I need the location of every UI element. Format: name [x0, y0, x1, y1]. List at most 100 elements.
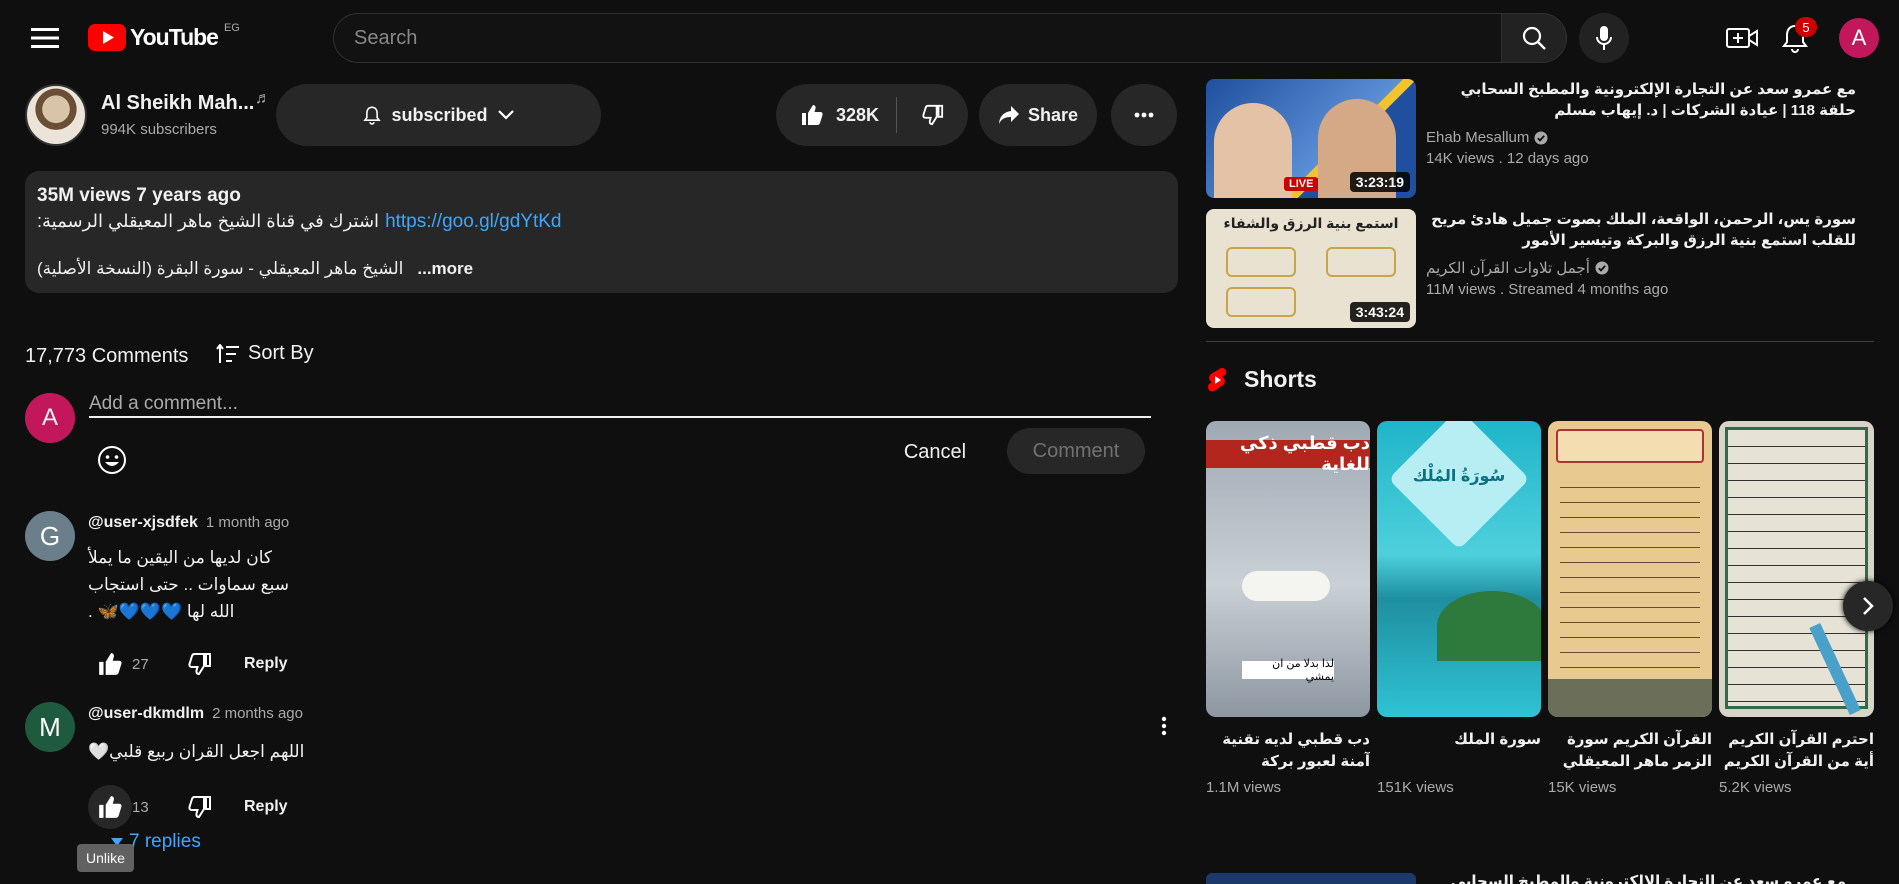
short-thumbnail[interactable]: سُورَةُ المُلْك	[1377, 421, 1541, 717]
comment-like-count: 27	[132, 655, 149, 673]
chevron-down-icon	[497, 110, 514, 120]
subscriber-count: 994K subscribers	[101, 121, 217, 138]
related-video-thumbnail[interactable]	[1206, 873, 1416, 884]
account-avatar[interactable]: A	[1839, 18, 1879, 58]
description-line-2: الشيخ ماهر المعيقلي - سورة البقرة (النسخ…	[37, 259, 1166, 279]
live-badge: LIVE	[1284, 177, 1319, 191]
channel-avatar[interactable]	[25, 84, 87, 146]
related-video-thumbnail[interactable]: استمع بنية الرزق والشفاء 3:43:24	[1206, 209, 1416, 328]
create-button[interactable]	[1722, 18, 1762, 58]
more-actions-button[interactable]	[1111, 84, 1177, 146]
share-button[interactable]: Share	[979, 84, 1097, 146]
shorts-next-button[interactable]	[1843, 581, 1893, 631]
subscribed-button[interactable]: subscribed	[276, 84, 601, 146]
add-comment-input[interactable]	[89, 392, 1151, 418]
related-video-title[interactable]: مع عمرو سعد عن التجارة الإلكترونية والمط…	[1426, 872, 1846, 884]
related-video-thumbnail[interactable]: LIVE 3:23:19	[1206, 79, 1416, 198]
channel-name: أجمل تلاوات القرآن الكريم	[1426, 260, 1590, 277]
short-card[interactable]: دب قطبي ذكي للغاية لذا بدلا من ان يمشي د…	[1206, 421, 1370, 796]
thumbnail-caption: سُورَةُ المُلْك	[1412, 468, 1506, 485]
comment-menu-button[interactable]	[1150, 712, 1178, 740]
like-dislike-bar: 328K	[776, 84, 968, 146]
comment-body: كان لديها من اليقين ما يملأ سبع سماوات .…	[88, 544, 388, 625]
page-header-frame	[1556, 429, 1704, 463]
voice-search-button[interactable]	[1579, 13, 1629, 63]
short-views: 15K views	[1548, 779, 1617, 796]
more-vertical-icon	[1161, 716, 1167, 736]
comment-like-button[interactable]	[88, 642, 132, 686]
description-link[interactable]: https://goo.gl/gdYtKd	[385, 211, 561, 233]
shorts-title: Shorts	[1244, 366, 1317, 392]
emoji-button[interactable]	[96, 444, 128, 476]
dislike-button[interactable]	[897, 84, 968, 146]
thumbs-down-icon	[921, 104, 943, 126]
comment-actions: 27 Reply	[88, 642, 288, 686]
chevron-right-icon	[1863, 597, 1874, 615]
more-horizontal-icon	[1134, 112, 1154, 118]
comment-like-button[interactable]	[88, 785, 132, 829]
related-video-channel[interactable]: أجمل تلاوات القرآن الكريم	[1426, 259, 1856, 277]
like-count: 328K	[836, 104, 880, 125]
related-video-title[interactable]: مع عمرو سعد عن التجارة الإلكترونية والمط…	[1426, 79, 1856, 121]
cancel-comment-button[interactable]: Cancel	[884, 430, 986, 474]
short-card[interactable]: القرآن الكريم سورة الزمر ماهر المعيقلي 1…	[1548, 421, 1712, 796]
reply-button[interactable]: Reply	[244, 655, 288, 673]
short-card[interactable]: سُورَةُ المُلْك سورة الملك 151K views	[1377, 421, 1541, 796]
view-stats: 35M views 7 years ago	[37, 185, 241, 206]
commenter-avatar[interactable]: M	[25, 702, 75, 752]
short-thumbnail[interactable]	[1548, 421, 1712, 717]
thumbnail-frame	[1226, 287, 1296, 317]
reply-button[interactable]: Reply	[244, 798, 288, 816]
divider	[1206, 341, 1874, 342]
verified-icon	[1595, 261, 1609, 275]
video-duration: 3:23:19	[1349, 172, 1410, 192]
related-video-title[interactable]: سورة يس، الرحمن، الواقعة، الملك بصوت جمي…	[1426, 209, 1856, 251]
short-thumbnail[interactable]: دب قطبي ذكي للغاية لذا بدلا من ان يمشي	[1206, 421, 1370, 717]
menu-button[interactable]	[24, 20, 66, 56]
show-more-link[interactable]: ...more	[417, 259, 473, 279]
search-input[interactable]	[333, 13, 1501, 63]
comment-line: الله لها 💙💙💙🦋 .	[88, 602, 235, 621]
island-shape	[1437, 591, 1541, 661]
description-text-2: الشيخ ماهر المعيقلي - سورة البقرة (النسخ…	[37, 259, 404, 278]
search-button[interactable]	[1501, 13, 1567, 63]
comment-author[interactable]: @user-xjsdfek	[88, 514, 198, 532]
comment-dislike-button[interactable]	[178, 642, 222, 686]
comment-time[interactable]: 2 months ago	[212, 705, 303, 722]
short-thumbnail[interactable]	[1719, 421, 1874, 717]
current-user-avatar: A	[25, 393, 75, 443]
description-line-1: اشترك في قناة الشيخ ماهر المعيقلي الرسمي…	[37, 211, 1166, 233]
comment-like-count: 13	[132, 798, 149, 816]
short-title[interactable]: دب قطبي لديه تقنية آمنة لعبور بركة متجمد…	[1206, 729, 1370, 773]
related-video-meta: 14K views . 12 days ago	[1426, 150, 1589, 167]
short-title[interactable]: القرآن الكريم سورة الزمر ماهر المعيقلي	[1548, 729, 1712, 773]
related-video-channel[interactable]: Ehab Mesallum	[1426, 129, 1856, 146]
comment-header: @user-dkmdlm 2 months ago	[88, 705, 303, 723]
commenter-avatar[interactable]: G	[25, 511, 75, 561]
short-views: 1.1M views	[1206, 779, 1282, 796]
youtube-logo[interactable]: YouTube EG	[88, 22, 240, 52]
comment-time[interactable]: 1 month ago	[206, 514, 289, 531]
subscribed-label: subscribed	[391, 104, 488, 125]
notification-badge: 5	[1795, 17, 1817, 37]
channel-name[interactable]: Al Sheikh Mah...	[101, 92, 254, 115]
short-views: 151K views	[1377, 779, 1454, 796]
comment-line: اللهم اجعل القران ربيع قلبي🤍	[88, 742, 305, 761]
submit-comment-button[interactable]: Comment	[1007, 428, 1145, 474]
sort-by-button[interactable]: Sort By	[216, 342, 314, 365]
comment-author[interactable]: @user-dkmdlm	[88, 705, 204, 723]
related-video-info[interactable]: سورة يس، الرحمن، الواقعة، الملك بصوت جمي…	[1426, 209, 1856, 298]
related-video-info[interactable]: مع عمرو سعد عن التجارة الإلكترونية والمط…	[1426, 79, 1856, 167]
video-duration: 3:43:24	[1349, 302, 1410, 322]
hamburger-icon	[31, 28, 59, 48]
sort-by-label: Sort By	[248, 342, 314, 364]
thumbs-up-icon	[99, 796, 122, 818]
short-title[interactable]: سورة الملك	[1377, 729, 1541, 773]
comment-dislike-button[interactable]	[178, 785, 222, 829]
like-button[interactable]: 328K	[776, 84, 896, 146]
shorts-icon	[1207, 367, 1227, 391]
youtube-play-icon	[88, 23, 126, 51]
short-title[interactable]: احترم القرآن الكريم أية من القرآن الكريم…	[1719, 729, 1874, 773]
polar-bear-shape	[1242, 571, 1330, 601]
description-box[interactable]: 35M views 7 years ago اشترك في قناة الشي…	[25, 171, 1178, 293]
